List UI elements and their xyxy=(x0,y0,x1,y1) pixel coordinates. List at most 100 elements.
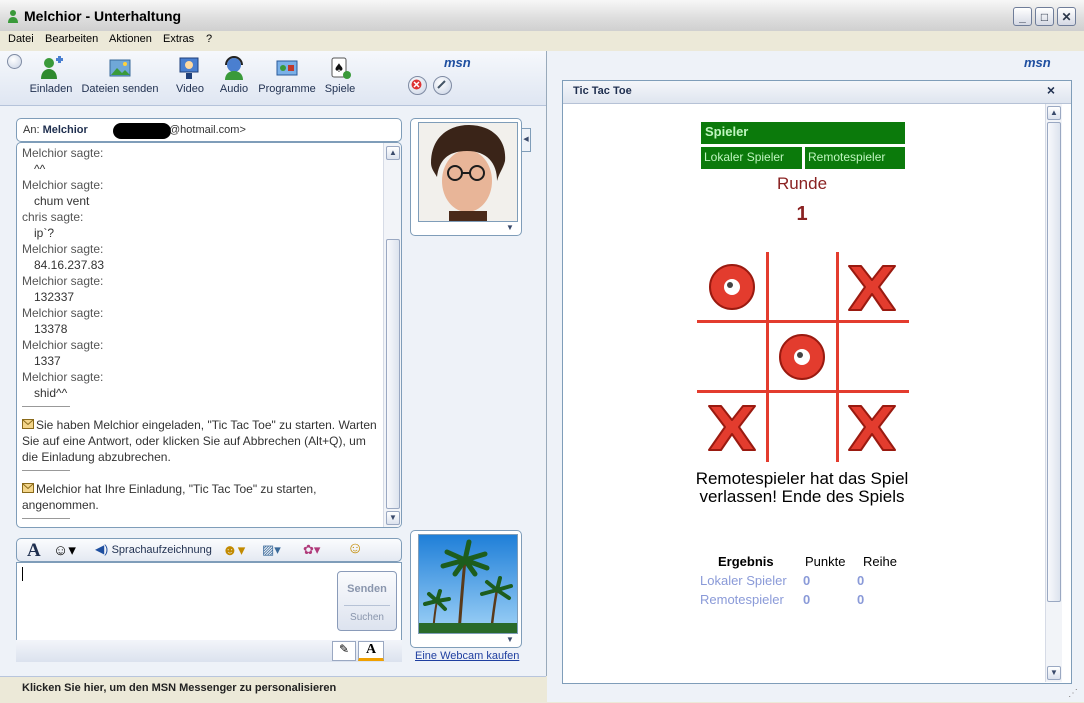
contact-display-picture[interactable] xyxy=(418,122,518,222)
divider xyxy=(344,605,390,606)
minimize-button[interactable]: _ xyxy=(1013,7,1032,26)
o-mark[interactable] xyxy=(769,324,835,390)
redacted-email xyxy=(113,123,171,139)
send-button[interactable]: Senden xyxy=(338,583,396,595)
video-button[interactable]: Video xyxy=(172,51,208,103)
board-cell[interactable] xyxy=(769,394,835,460)
block-icon xyxy=(411,79,422,90)
games-label: Spiele xyxy=(324,83,356,95)
game-over-message: Remotespieler hat das Spiel verlassen! E… xyxy=(695,469,909,506)
close-button[interactable]: ✕ xyxy=(1057,7,1076,26)
video-icon xyxy=(177,55,203,81)
result-row-local-row: 0 xyxy=(857,573,865,588)
menu-bearbeiten[interactable]: Bearbeiten xyxy=(45,33,98,45)
maximize-button[interactable]: □ xyxy=(1035,7,1054,26)
text-icon: A xyxy=(365,642,377,657)
msn-logo: msn xyxy=(444,55,471,70)
game-scrollbar[interactable]: ▲ ▼ xyxy=(1045,104,1062,682)
contact-email: @hotmail.com> xyxy=(169,124,246,136)
players-header: Spieler xyxy=(701,122,905,144)
compose-area[interactable]: Senden Suchen xyxy=(16,562,402,642)
log-sender: Melchior sagte: xyxy=(22,178,104,192)
system-message-invite: Sie haben Melchior eingeladen, "Tic Tac … xyxy=(22,418,377,464)
log-sender: Melchior sagte: xyxy=(22,146,104,160)
wink-icon[interactable]: ☻▾ xyxy=(222,541,245,559)
scroll-thumb[interactable] xyxy=(1047,122,1061,602)
menu-extras[interactable]: Extras xyxy=(163,33,194,45)
scroll-down-button[interactable]: ▼ xyxy=(386,511,400,525)
menu-datei[interactable]: Datei xyxy=(8,33,34,45)
log-message: 1337 xyxy=(34,354,61,368)
divider xyxy=(22,470,70,471)
audio-button[interactable]: Audio xyxy=(216,51,252,103)
send-files-label: Dateien senden xyxy=(81,83,159,95)
conversation-toolbar: Einladen Dateien senden Video Audio Prog… xyxy=(0,51,546,106)
nudge-icon[interactable]: ☺ xyxy=(347,540,363,558)
log-message: ip`? xyxy=(34,226,55,240)
compose-toolbar: A ☺▾ ◀) Sprachaufzeichnung ☻▾ ▨▾ ✿▾ ☺ xyxy=(16,538,402,562)
handwriting-tab[interactable]: ✎ xyxy=(332,641,356,661)
log-sender: Melchior sagte: xyxy=(22,274,104,288)
text-tab[interactable]: A xyxy=(358,641,384,661)
menu-aktionen[interactable]: Aktionen xyxy=(109,33,152,45)
my-display-picture[interactable] xyxy=(418,534,518,634)
pen-icon: ✎ xyxy=(338,642,350,656)
programs-button[interactable]: Programme xyxy=(258,51,316,103)
board-cell[interactable] xyxy=(769,254,835,320)
gift-icon[interactable]: ✿▾ xyxy=(303,542,320,558)
to-bar: An: Melchior @hotmail.com> xyxy=(16,118,402,142)
window-title: Melchior - Unterhaltung xyxy=(24,8,182,24)
x-mark[interactable] xyxy=(839,394,905,460)
results-header: Ergebnis xyxy=(718,554,774,569)
log-message: ^^ xyxy=(34,162,46,176)
font-icon[interactable]: A xyxy=(27,540,41,562)
result-row-remote-name: Remotespieler xyxy=(700,592,784,607)
x-mark[interactable] xyxy=(839,254,905,320)
board-cell[interactable] xyxy=(699,324,765,390)
collapse-toolbar-button[interactable] xyxy=(7,54,22,69)
round-value: 1 xyxy=(796,203,808,225)
personalize-link[interactable]: Klicken Sie hier, um den MSN Messenger z… xyxy=(22,682,336,694)
points-column-header: Punkte xyxy=(805,554,846,569)
divider xyxy=(22,406,70,407)
voice-clip-button[interactable]: ◀) Sprachaufzeichnung xyxy=(95,542,212,556)
chevron-down-icon[interactable]: ▼ xyxy=(506,223,514,232)
board-cell[interactable] xyxy=(839,324,905,390)
o-mark[interactable] xyxy=(699,254,765,320)
video-label: Video xyxy=(176,83,204,95)
block-button[interactable] xyxy=(408,76,427,95)
invite-button[interactable]: Einladen xyxy=(26,51,76,103)
collapse-panel-button[interactable]: ◀ xyxy=(522,128,531,152)
menu-help[interactable]: ? xyxy=(206,33,212,45)
x-mark[interactable] xyxy=(699,394,765,460)
send-files-button[interactable]: Dateien senden xyxy=(80,51,160,103)
board-line xyxy=(697,390,909,393)
send-files-icon xyxy=(107,55,133,81)
contact-display-picture-frame: ▼ xyxy=(410,118,522,236)
emoticon-icon[interactable]: ☺▾ xyxy=(53,541,76,559)
scroll-down-button[interactable]: ▼ xyxy=(1047,666,1061,680)
game-title: Tic Tac Toe xyxy=(573,85,632,97)
send-search-panel: Senden Suchen xyxy=(337,571,397,631)
chat-scrollbar[interactable]: ▲ ▼ xyxy=(383,143,401,527)
scroll-up-button[interactable]: ▲ xyxy=(1047,106,1061,120)
audio-icon xyxy=(221,55,247,81)
local-player-label: Lokaler Spieler xyxy=(701,147,802,169)
chevron-down-icon[interactable]: ▼ xyxy=(506,635,514,644)
status-bar[interactable]: Klicken Sie hier, um den MSN Messenger z… xyxy=(0,676,546,703)
log-sender: Melchior sagte: xyxy=(22,242,104,256)
remote-player-label: Remotespieler xyxy=(805,147,905,169)
game-header: Tic Tac Toe × xyxy=(563,81,1071,104)
resize-grip[interactable]: ⋰ xyxy=(1068,688,1082,700)
background-image-icon[interactable]: ▨▾ xyxy=(262,542,281,558)
log-message: chum vent xyxy=(34,194,90,208)
menu-bar: Datei Bearbeiten Aktionen Extras ? xyxy=(0,31,1084,49)
close-game-button[interactable]: × xyxy=(1047,82,1055,98)
audio-label: Audio xyxy=(219,83,249,95)
scroll-thumb[interactable] xyxy=(386,239,400,509)
background-button[interactable] xyxy=(433,76,452,95)
buy-webcam-link[interactable]: Eine Webcam kaufen xyxy=(415,650,519,662)
games-button[interactable]: ♠ Spiele xyxy=(322,51,358,103)
search-button[interactable]: Suchen xyxy=(338,612,396,623)
scroll-up-button[interactable]: ▲ xyxy=(386,146,400,160)
